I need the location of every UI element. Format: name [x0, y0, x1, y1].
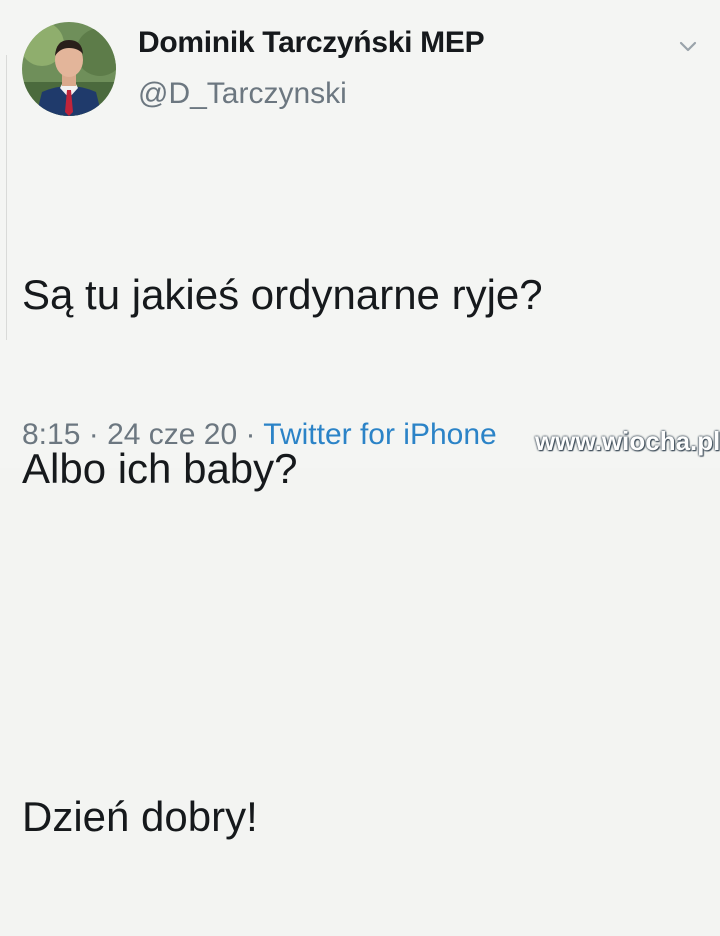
avatar-photo	[22, 22, 116, 116]
tweet-source-link[interactable]: Twitter for iPhone	[263, 418, 496, 451]
tweet-text-line: Dzień dobry!	[22, 793, 258, 840]
watermark: www.wiocha.pl	[535, 426, 720, 456]
tweet-date[interactable]: 24 cze 20	[107, 418, 237, 451]
tweet-text-line	[22, 614, 543, 672]
tweet-text: Są tu jakieś ordynarne ryje? Albo ich ba…	[22, 150, 543, 936]
tweet-text-line: Są tu jakieś ordynarne ryje?	[22, 271, 543, 318]
tweet-card: Dominik Tarczyński MEP @D_Tarczynski Są …	[0, 0, 720, 840]
footer-separator: ·	[237, 418, 264, 451]
avatar[interactable]	[22, 22, 116, 116]
card-edge	[0, 55, 7, 340]
author-handle[interactable]: @D_Tarczynski	[138, 77, 347, 111]
author-display-name[interactable]: Dominik Tarczyński MEP	[138, 26, 485, 60]
footer-separator: ·	[80, 418, 108, 451]
tweet-time[interactable]: 8:15	[22, 418, 80, 451]
tweet-footer: 8:15 · 24 cze 20 · Twitter for iPhone	[22, 418, 497, 452]
chevron-down-icon[interactable]	[678, 40, 698, 54]
